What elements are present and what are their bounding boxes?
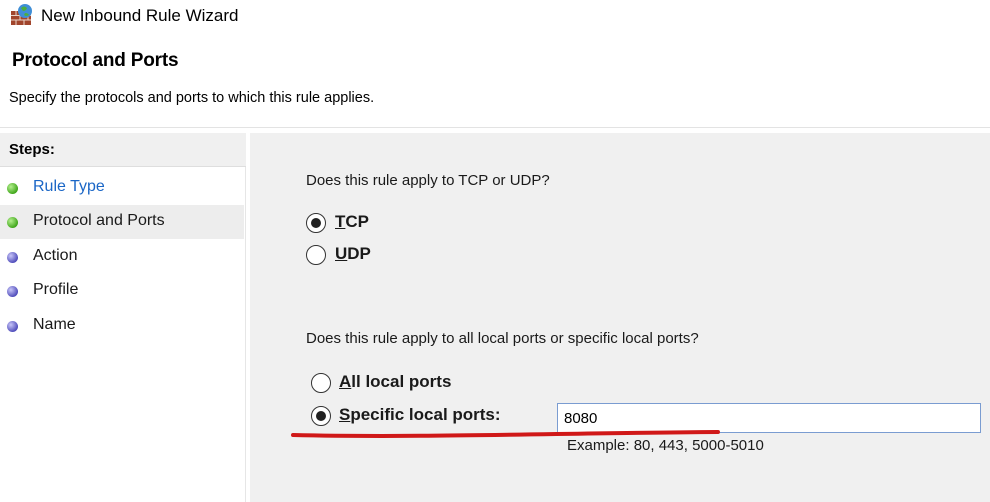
header-divider <box>0 127 990 128</box>
step-rule-type[interactable]: Rule Type <box>0 171 244 205</box>
page-subtitle: Specify the protocols and ports to which… <box>9 90 375 106</box>
step-label: Protocol and Ports <box>33 212 165 229</box>
specific-local-ports-label[interactable]: Specific local ports: <box>339 405 501 425</box>
step-protocol-and-ports: Protocol and Ports <box>0 205 244 239</box>
tcp-label-rest: CP <box>345 212 370 231</box>
step-name: Name <box>0 309 244 343</box>
protocol-question: Does this rule apply to TCP or UDP? <box>306 172 550 189</box>
steps-header: Steps: <box>0 133 246 167</box>
firewall-rule-icon <box>10 3 36 27</box>
ports-question: Does this rule apply to all local ports … <box>306 330 699 347</box>
step-pending-dot-icon <box>7 252 18 263</box>
step-label: Action <box>33 247 78 264</box>
udp-accesskey: U <box>335 244 348 263</box>
udp-radio[interactable] <box>306 245 326 265</box>
specific-ports-input[interactable] <box>557 403 981 433</box>
step-pending-dot-icon <box>7 286 18 297</box>
specific-ports-accesskey: S <box>339 405 351 424</box>
step-label: Profile <box>33 281 79 298</box>
step-action: Action <box>0 240 244 274</box>
specific-ports-label-rest: pecific local ports: <box>350 405 501 424</box>
tcp-radio[interactable] <box>306 213 326 233</box>
step-label: Name <box>33 316 76 333</box>
step-pending-dot-icon <box>7 321 18 332</box>
window-title: New Inbound Rule Wizard <box>41 6 239 25</box>
all-local-ports-radio[interactable] <box>311 373 331 393</box>
step-label[interactable]: Rule Type <box>33 178 105 196</box>
step-complete-dot-icon <box>7 217 18 228</box>
steps-title: Steps: <box>9 141 55 158</box>
udp-label-rest: DP <box>347 244 371 263</box>
specific-local-ports-radio[interactable] <box>311 406 331 426</box>
tcp-accesskey: T <box>335 212 346 231</box>
udp-label[interactable]: UDP <box>335 244 371 264</box>
title-bar: New Inbound Rule Wizard <box>0 0 990 32</box>
ports-example-hint: Example: 80, 443, 5000-5010 <box>567 437 764 454</box>
page-title: Protocol and Ports <box>12 50 179 71</box>
all-local-ports-label[interactable]: All local ports <box>339 372 451 392</box>
step-profile: Profile <box>0 274 244 308</box>
steps-pane: Steps: Rule Type Protocol and Ports Acti… <box>0 133 246 502</box>
all-ports-label-rest: ll local ports <box>351 372 452 391</box>
step-complete-dot-icon <box>7 183 18 194</box>
all-ports-accesskey: A <box>339 372 352 391</box>
tcp-label[interactable]: TCP <box>335 212 369 232</box>
